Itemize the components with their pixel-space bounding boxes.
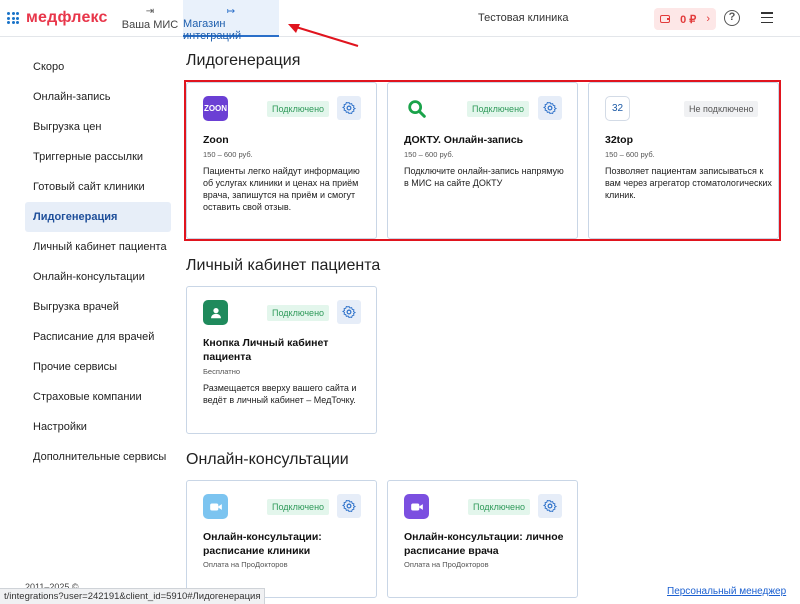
card-description: Позволяет пациентам записываться к вам ч…: [605, 166, 772, 200]
status-badge: Не подключено: [684, 101, 759, 117]
integration-card-doktu[interactable]: Подключено ДОКТУ. Онлайн-запись 150 – 60…: [387, 82, 578, 239]
status-badge: Подключено: [267, 101, 330, 117]
balance-button[interactable]: 0 ₽ ›: [654, 8, 716, 30]
section-title-patient-account: Личный кабинет пациента: [186, 257, 381, 274]
sidebar-item-doctors-schedule[interactable]: Расписание для врачей: [25, 322, 171, 352]
card-title: Zoon: [203, 134, 229, 146]
card-price: Оплата на ПроДокторов: [203, 560, 288, 569]
card-price: Оплата на ПроДокторов: [404, 560, 489, 569]
section-title-online-consultations: Онлайн-консультации: [186, 451, 349, 468]
status-badge: Подключено: [468, 499, 531, 515]
card-title: Кнопка Личный кабинет пациента: [203, 337, 329, 363]
status-badge: Подключено: [467, 101, 530, 117]
gear-icon[interactable]: [337, 300, 361, 324]
sidebar-item-patient-account[interactable]: Личный кабинет пациента: [25, 232, 171, 262]
balance-amount: 0 ₽: [680, 13, 697, 26]
integration-card-consultations-clinic[interactable]: Подключено Онлайн-консультации: расписан…: [186, 480, 377, 598]
card-price: 150 – 600 руб.: [203, 150, 253, 159]
sidebar-item-trigger-mailings[interactable]: Триггерные рассылки: [25, 142, 171, 172]
menu-icon[interactable]: [761, 12, 773, 23]
tab-label: Магазин интеграций: [183, 18, 242, 42]
tab-integrations-store[interactable]: ↦ Магазин интеграций: [183, 0, 279, 42]
gear-icon[interactable]: [337, 96, 361, 120]
card-description: Размещается вверху вашего сайта и ведёт …: [203, 383, 357, 405]
logo-text: 32: [611, 103, 624, 114]
sidebar-item-clinic-site[interactable]: Готовый сайт клиники: [25, 172, 171, 202]
chevron-right-icon: ›: [706, 13, 710, 25]
video-camera-icon: [203, 494, 228, 519]
brand-logo[interactable]: медфлекс: [26, 9, 108, 27]
card-title: Онлайн-консультации: личное расписание в…: [404, 531, 564, 557]
gear-icon[interactable]: [538, 96, 562, 120]
logout-icon: ↦: [226, 6, 236, 17]
status-badge: Подключено: [267, 499, 330, 515]
top32-logo-icon: 32: [605, 96, 630, 121]
gear-icon[interactable]: [337, 494, 361, 518]
logo-text: ZOON: [203, 103, 228, 113]
integration-card-consultations-doctor[interactable]: Подключено Онлайн-консультации: личное р…: [387, 480, 578, 598]
card-title: 32top: [605, 134, 634, 146]
sidebar-item-online-booking[interactable]: Онлайн-запись: [25, 82, 171, 112]
integration-card-patient-account-button[interactable]: Подключено Кнопка Личный кабинет пациент…: [186, 286, 377, 434]
sidebar-item-other-services[interactable]: Прочие сервисы: [25, 352, 171, 382]
card-price: Бесплатно: [203, 367, 241, 376]
card-title: ДОКТУ. Онлайн-запись: [404, 134, 524, 146]
card-title: Онлайн-консультации: расписание клиники: [203, 531, 322, 557]
sidebar: Скоро Онлайн-запись Выгрузка цен Триггер…: [25, 52, 171, 472]
integration-card-zoon[interactable]: ZOON Подключено Zoon 150 – 600 руб. Паци…: [186, 82, 377, 239]
sidebar-item-lead-generation[interactable]: Лидогенерация: [25, 202, 171, 232]
login-icon: ⇥: [145, 6, 155, 17]
status-badge: Подключено: [267, 305, 330, 321]
top-header: медфлекс ⇥ Ваша МИС ↦ Магазин интеграций…: [0, 0, 800, 42]
sidebar-item-price-export[interactable]: Выгрузка цен: [25, 112, 171, 142]
card-description: Пациенты легко найдут информацию об услу…: [203, 166, 360, 212]
zoon-logo-icon: ZOON: [203, 96, 228, 121]
video-camera-icon: [404, 494, 429, 519]
search-icon: [404, 96, 429, 121]
wallet-icon: [660, 15, 670, 23]
user-icon: [203, 300, 228, 325]
card-price: 150 – 600 руб.: [404, 150, 454, 159]
card-price: 150 – 600 руб.: [605, 150, 655, 159]
personal-manager-link[interactable]: Персональный менеджер: [667, 586, 786, 597]
section-title-lead-generation: Лидогенерация: [186, 52, 301, 69]
integration-card-32top[interactable]: 32 Не подключено 32top 150 – 600 руб. По…: [588, 82, 779, 239]
sidebar-item-insurance[interactable]: Страховые компании: [25, 382, 171, 412]
sidebar-item-doctors-export[interactable]: Выгрузка врачей: [25, 292, 171, 322]
sidebar-item-soon[interactable]: Скоро: [25, 52, 171, 82]
help-icon[interactable]: ?: [724, 10, 740, 26]
tab-label: Ваша МИС: [121, 19, 179, 31]
tab-your-mis[interactable]: ⇥ Ваша МИС: [120, 0, 180, 37]
sidebar-item-settings[interactable]: Настройки: [25, 412, 171, 442]
apps-grid-icon[interactable]: [7, 12, 19, 24]
card-description: Подключите онлайн-запись напрямую в МИС …: [404, 166, 564, 188]
sidebar-item-online-consultations[interactable]: Онлайн-консультации: [25, 262, 171, 292]
gear-icon[interactable]: [538, 494, 562, 518]
clinic-name[interactable]: Тестовая клиника: [478, 12, 569, 24]
browser-status-url: t/integrations?user=242191&client_id=591…: [0, 588, 266, 604]
sidebar-item-additional-services[interactable]: Дополнительные сервисы: [25, 442, 171, 472]
